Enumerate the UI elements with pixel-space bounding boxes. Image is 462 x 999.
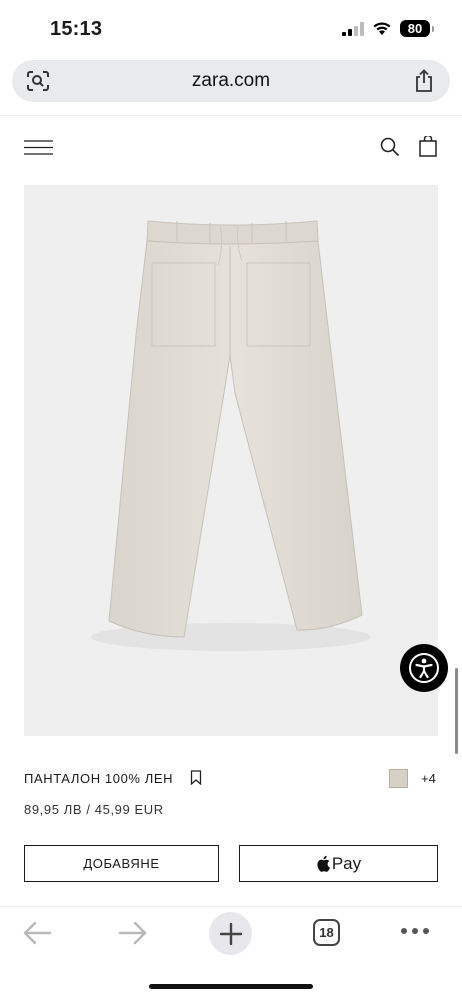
scrollbar[interactable] (455, 668, 458, 754)
back-arrow-icon[interactable] (22, 920, 52, 946)
menu-icon[interactable] (24, 140, 53, 155)
toolbar-divider (0, 906, 462, 907)
header-divider (0, 115, 462, 116)
more-options-icon[interactable] (401, 928, 429, 934)
bookmark-icon[interactable] (190, 770, 202, 785)
trousers-image (91, 220, 371, 651)
more-colors-count[interactable]: +4 (421, 771, 436, 786)
battery-indicator: 80 (400, 20, 434, 37)
plus-icon (219, 922, 242, 945)
accessibility-icon (409, 653, 439, 683)
add-to-cart-button[interactable]: ДОБАВЯНЕ (24, 845, 219, 882)
signal-icon (342, 21, 364, 36)
color-swatch[interactable] (389, 769, 408, 788)
share-icon[interactable] (414, 69, 434, 93)
home-indicator (149, 984, 313, 989)
page-menu-icon[interactable] (26, 70, 50, 92)
search-icon[interactable] (380, 137, 400, 157)
new-tab-button[interactable] (209, 912, 252, 955)
status-time: 15:13 (50, 18, 103, 40)
status-icons: 80 (342, 20, 434, 37)
apple-pay-label: Pay (331, 853, 362, 873)
bag-icon[interactable] (419, 136, 437, 157)
wifi-icon (373, 22, 391, 35)
forward-arrow-icon[interactable] (118, 920, 148, 946)
product-image[interactable] (24, 185, 438, 736)
product-name: ПАНТАЛОН 100% ЛЕН (24, 771, 174, 786)
apple-pay-button[interactable]: Pay (239, 845, 438, 882)
url-text[interactable]: zara.com (192, 70, 270, 92)
tabs-button[interactable]: 18 (313, 919, 340, 946)
apple-logo-icon (317, 855, 330, 872)
product-price: 89,95 ЛВ / 45,99 EUR (24, 802, 164, 817)
accessibility-button[interactable] (400, 644, 448, 692)
address-bar[interactable]: zara.com (12, 60, 450, 102)
